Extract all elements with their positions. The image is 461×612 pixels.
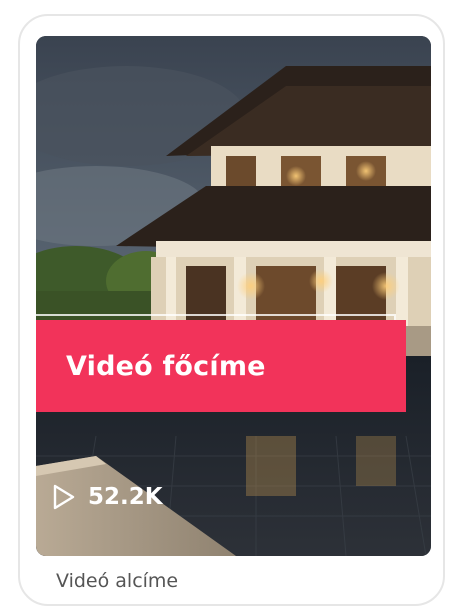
video-card[interactable]: Videó főcíme 52.2K Videó alcíme xyxy=(18,14,445,606)
view-count: 52.2K xyxy=(52,484,163,510)
video-thumbnail[interactable] xyxy=(36,36,431,556)
play-icon xyxy=(53,484,75,510)
video-title: Videó főcíme xyxy=(66,350,266,382)
view-count-value: 52.2K xyxy=(88,484,163,510)
title-banner[interactable]: Videó főcíme xyxy=(36,320,406,412)
villa-pool-photo xyxy=(36,36,431,556)
video-subtitle: Videó alcíme xyxy=(56,570,179,592)
